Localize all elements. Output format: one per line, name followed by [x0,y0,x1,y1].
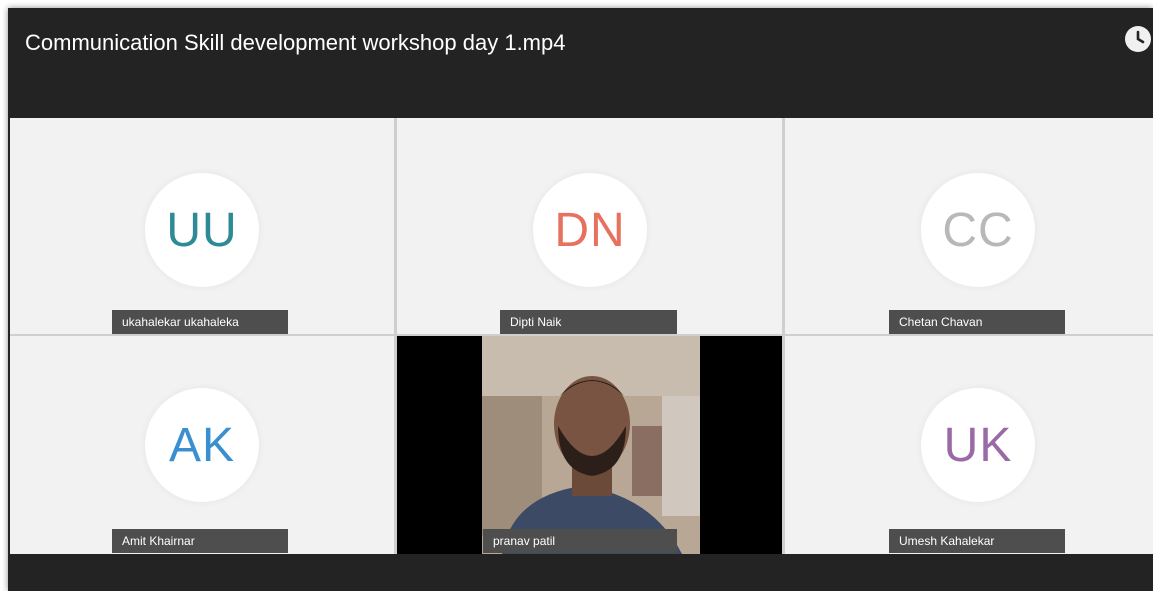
participant-name-label: ukahalekar ukahaleka [112,310,288,334]
video-player[interactable]: Communication Skill development workshop… [8,8,1153,591]
participant-video-tile: pranav patil [397,336,782,554]
avatar: DN [533,173,647,287]
participant-tile: UK Umesh Kahalekar [785,336,1153,554]
participant-tile: AK Amit Khairnar [10,336,394,554]
participant-tile: DN Dipti Naik [397,118,782,334]
participant-name-label: Dipti Naik [500,310,677,334]
participant-tile: CC Chetan Chavan [785,118,1153,334]
avatar: UK [921,388,1035,502]
avatar: UU [145,173,259,287]
participant-tile: UU ukahalekar ukahaleka [10,118,394,334]
participant-video [482,336,700,554]
participant-name-label: Umesh Kahalekar [889,529,1065,553]
participant-name-label: Chetan Chavan [889,310,1065,334]
video-title: Communication Skill development workshop… [25,30,566,55]
participant-name-label: pranav patil [483,529,677,553]
avatar: AK [145,388,259,502]
participant-grid: UU ukahalekar ukahaleka DN Dipti Naik CC… [10,118,1153,554]
participant-name-label: Amit Khairnar [112,529,288,553]
clock-icon[interactable] [1125,26,1151,52]
bottom-control-bar [8,554,1153,591]
avatar: CC [921,173,1035,287]
